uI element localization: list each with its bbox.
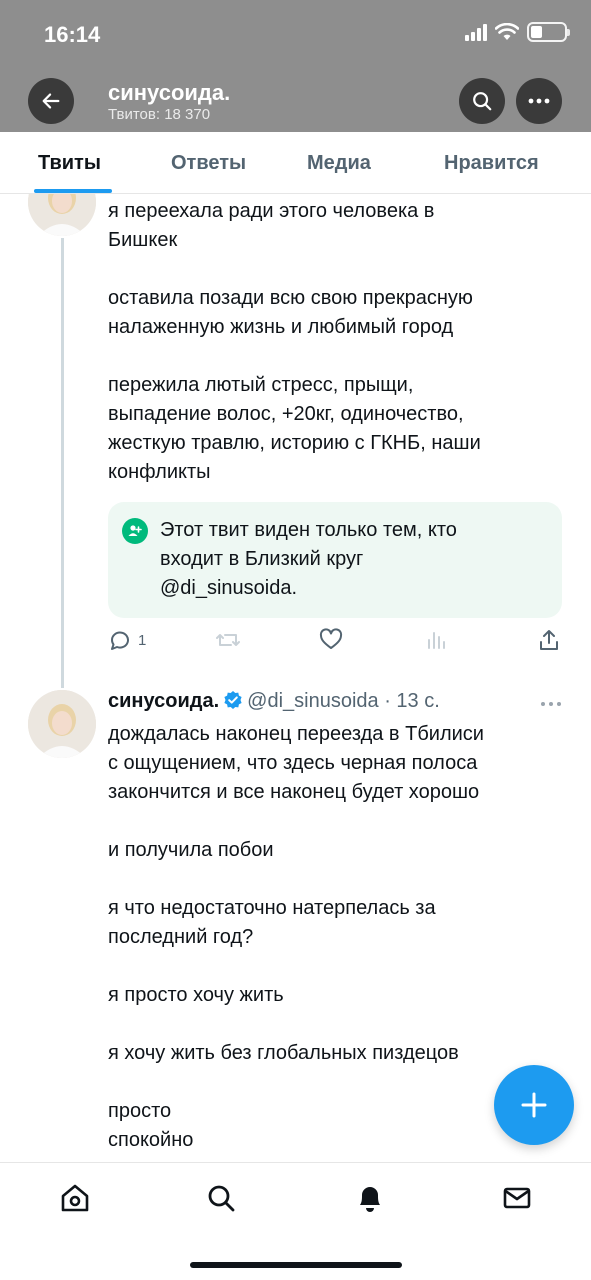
notice-line: @di_sinusoida.: [160, 577, 298, 599]
tab-media[interactable]: Медиа: [307, 152, 371, 175]
tweet-line: выпадение волос, +20кг, одиночество,: [108, 403, 464, 425]
battery-icon: [527, 22, 570, 42]
tweet-actions: 1: [108, 628, 562, 656]
tweet-line: оставила позади всю свою прекрасную: [108, 287, 473, 309]
more-icon: [528, 98, 550, 104]
close-circle-icon: [122, 518, 148, 544]
close-circle-notice[interactable]: Этот твит виден только тем, кто входит в…: [108, 502, 562, 618]
home-icon: [61, 1184, 89, 1212]
search-button[interactable]: [459, 78, 505, 124]
nav-notifications[interactable]: [353, 1181, 387, 1215]
search-icon: [473, 92, 492, 111]
back-button[interactable]: [28, 78, 74, 124]
tweet-line: конфликты: [108, 461, 211, 483]
avatar[interactable]: [28, 690, 96, 758]
tweet-line: дождалась наконец переезда в Тбилиси: [108, 723, 484, 745]
tweet-count: Твитов: 18 370: [108, 106, 211, 123]
tweet-body: я переехала ради этого человека в Бишкек…: [108, 197, 481, 487]
share-button[interactable]: [538, 628, 560, 652]
close-circle-text: Этот твит виден только тем, кто входит в…: [160, 516, 550, 603]
reply-icon: [111, 631, 129, 650]
notifications-icon: [360, 1187, 380, 1212]
reply-button[interactable]: 1: [108, 628, 146, 652]
tweet-line: и получила побои: [108, 839, 274, 861]
tweet-line: налаженную жизнь и любимый город: [108, 316, 454, 338]
tweet-more-button[interactable]: [540, 690, 562, 713]
retweet-button: [215, 628, 241, 652]
author-handle[interactable]: @di_sinusoida: [247, 690, 379, 712]
tweet-line: я переехала ради этого человека в: [108, 200, 435, 222]
reply-count: 1: [138, 631, 147, 649]
tweet-time: · 13 с.: [384, 690, 440, 712]
retweet-icon: [216, 634, 240, 646]
compose-button[interactable]: [494, 1065, 574, 1145]
tweet-body: дождалась наконец переезда в Тбилиси с о…: [108, 720, 484, 1155]
tab-likes[interactable]: Нравится: [444, 152, 539, 175]
more-icon: [541, 702, 561, 706]
tweet-line: я хочу жить без глобальных пиздецов: [108, 1042, 459, 1064]
back-arrow-icon: [42, 93, 60, 109]
tweet-header: синусоида. @di_sinusoida · 13 с.: [108, 690, 440, 713]
like-button[interactable]: [319, 628, 343, 650]
views-icon: [428, 632, 445, 649]
tab-tweets[interactable]: Твиты: [38, 152, 101, 175]
search-icon: [208, 1185, 235, 1212]
tab-replies[interactable]: Ответы: [171, 152, 246, 175]
share-icon: [540, 630, 558, 650]
profile-header: 16:14 синусоида. Твитов: 18 370: [0, 0, 591, 132]
tweet-line: спокойно: [108, 1129, 194, 1151]
status-bar: 16:14: [0, 0, 591, 70]
tweet-line: последний год?: [108, 926, 254, 948]
like-icon: [319, 628, 343, 649]
nav-home[interactable]: [58, 1181, 92, 1215]
active-tab-indicator: [34, 189, 112, 193]
tweet-line: Бишкек: [108, 229, 178, 251]
tweet-line: я просто хочу жить: [108, 984, 284, 1006]
wifi-icon: [495, 23, 519, 40]
signal-icon: [465, 23, 487, 41]
views-button: [426, 628, 448, 650]
verified-badge-icon: [224, 691, 242, 709]
compose-icon: [521, 1092, 547, 1118]
status-time: 16:14: [44, 22, 101, 47]
more-button[interactable]: [516, 78, 562, 124]
nav-search[interactable]: [204, 1181, 238, 1215]
notice-line: Этот твит виден только тем, кто: [160, 519, 457, 541]
thread-line: [61, 238, 64, 688]
status-icons: [465, 22, 570, 42]
tweet-line: жесткую травлю, историю с ГКНБ, наши: [108, 432, 481, 454]
tweet-line: с ощущением, что здесь черная полоса: [108, 752, 478, 774]
profile-name: синусоида.: [108, 80, 231, 105]
tweet-line: пережила лютый стресс, прыщи,: [108, 374, 414, 396]
profile-tabs: Твиты Ответы Медиа Нравится: [0, 132, 591, 194]
messages-icon: [503, 1187, 531, 1209]
home-indicator: [190, 1262, 402, 1268]
author-name[interactable]: синусоида.: [108, 690, 219, 712]
notice-line: входит в Близкий круг: [160, 548, 364, 570]
tweet-line: закончится и все наконец будет хорошо: [108, 781, 480, 803]
tweet-line: просто: [108, 1100, 172, 1122]
nav-messages[interactable]: [500, 1181, 534, 1215]
tweet-line: я что недостаточно натерпелась за: [108, 897, 436, 919]
